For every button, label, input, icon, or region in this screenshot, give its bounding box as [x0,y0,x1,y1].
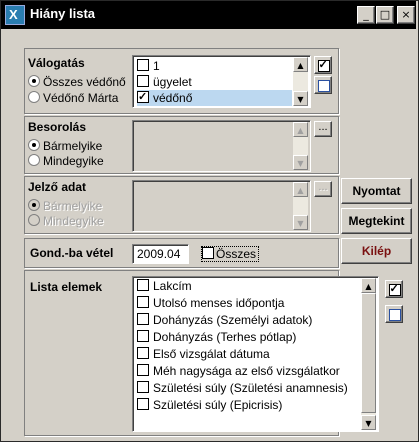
maximize-button[interactable]: □ [376,6,394,24]
radio-dot-icon [28,154,40,166]
radio-dot-icon [28,75,40,87]
radio-dot-icon [28,139,40,151]
radio-dot-icon [28,214,40,226]
checkbox-icon[interactable] [137,347,149,359]
jelzo-adat-scrollbar[interactable]: ▲ ▼ [293,182,308,230]
radio-jelzo-barmelyike[interactable]: Bármelyike [28,199,102,213]
jelzo-adat-label: Jelző adat [28,180,87,194]
jelzo-adat-browse-button[interactable]: ... [314,181,332,197]
besorolas-scrollbar[interactable]: ▲ ▼ [293,122,308,170]
list-item[interactable]: Születési súly (Születési anamnesis) [137,380,348,396]
radio-osszes-vedono[interactable]: Összes védőnő [28,75,126,89]
checkbox-checked-icon[interactable] [137,89,149,105]
checkbox-icon[interactable] [137,398,149,410]
scroll-down-icon[interactable]: ▼ [293,215,308,230]
check-all-icon [317,58,330,72]
checkbox-icon[interactable] [137,279,149,291]
lista-select-all-button[interactable] [385,280,403,298]
scroll-up-icon[interactable]: ▲ [293,122,308,137]
lista-deselect-all-button[interactable] [385,305,403,323]
lista-elemek-list[interactable]: Lakcím Utolsó menses időpontja Dohányzás… [132,276,379,432]
list-item[interactable]: Lakcím [137,278,192,294]
select-all-button[interactable] [314,56,332,74]
scroll-down-icon[interactable]: ▼ [293,91,308,106]
list-item[interactable]: Méh nagysága az első vizsgálatkor [137,363,340,379]
list-item[interactable]: Utolsó menses időpontja [137,295,284,311]
scroll-down-icon[interactable]: ▼ [293,155,308,170]
list-item[interactable]: 1 [137,58,160,74]
scroll-up-icon[interactable]: ▲ [293,182,308,197]
osszes-checkbox[interactable]: Összes [201,246,260,262]
checkbox-icon[interactable] [137,381,149,393]
radio-dot-icon [28,199,40,211]
gond-date-input[interactable]: 2009.04 [132,244,189,264]
valogatas-scrollbar[interactable]: ▲ ▼ [293,57,308,106]
list-item-selected[interactable]: védőnő [137,89,292,106]
scroll-down-icon[interactable]: ▼ [361,415,376,430]
besorolas-browse-button[interactable]: ... [314,121,332,137]
list-item[interactable]: Születési súly (Epicrisis) [137,397,282,413]
radio-dot-icon [28,91,40,103]
minimize-button[interactable]: _ [357,6,375,24]
uncheck-all-icon [388,309,401,321]
lista-elemek-label: Lista elemek [30,280,103,294]
scroll-up-icon[interactable]: ▲ [361,278,376,293]
checkbox-icon[interactable] [137,59,149,71]
list-item[interactable]: Dohányzás (Terhes pótlap) [137,329,296,345]
scroll-up-icon[interactable]: ▲ [293,57,308,72]
close-icon: × [401,8,411,21]
gond-label: Gond.-ba vétel [30,246,114,260]
checkbox-icon[interactable] [137,75,149,87]
app-icon[interactable]: X [5,5,25,25]
radio-besorolas-mindegyike[interactable]: Mindegyike [28,154,104,168]
uncheck-all-icon [317,80,330,92]
exit-button[interactable]: Kilép [341,238,412,264]
checkbox-icon [202,247,214,259]
jelzo-adat-list[interactable]: ▲ ▼ [132,180,311,232]
check-all-icon [388,282,401,296]
valogatas-list[interactable]: 1 ügyelet védőnő ▲ ▼ [132,55,311,108]
besorolas-label: Besorolás [28,120,87,134]
list-item[interactable]: ügyelet [137,74,192,90]
print-button[interactable]: Nyomtat [341,178,412,204]
view-button[interactable]: Megtekint [341,208,412,234]
valogatas-label: Válogatás [28,56,85,70]
deselect-all-button[interactable] [314,76,332,94]
radio-besorolas-barmelyike[interactable]: Bármelyike [28,139,102,153]
window-title: Hiány lista [30,6,96,21]
checkbox-icon[interactable] [137,296,149,308]
list-item[interactable]: Első vizsgálat dátuma [137,346,270,362]
lista-scrollbar[interactable]: ▲ ▼ [361,278,376,430]
list-item[interactable]: Dohányzás (Személyi adatok) [137,312,312,328]
checkbox-icon[interactable] [137,313,149,325]
checkbox-icon[interactable] [137,364,149,376]
minimize-icon: _ [363,8,369,21]
maximize-icon: □ [379,8,391,21]
radio-vedono-marta[interactable]: Védőnő Márta [28,91,118,105]
close-button[interactable]: × [397,6,415,24]
checkbox-icon[interactable] [137,330,149,342]
scroll-thumb[interactable] [361,293,376,413]
besorolas-list[interactable]: ▲ ▼ [132,120,311,172]
radio-jelzo-mindegyike[interactable]: Mindegyike [28,214,104,228]
